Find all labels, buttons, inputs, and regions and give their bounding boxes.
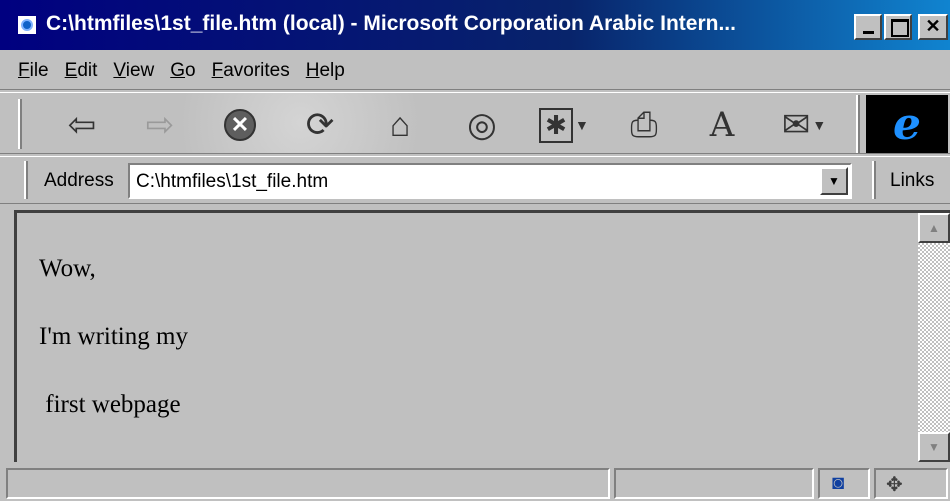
menu-view[interactable]: View — [105, 60, 162, 82]
address-field[interactable]: ▼ — [128, 163, 852, 199]
toolbar-grip[interactable] — [856, 95, 860, 153]
menu-edit[interactable]: Edit — [57, 60, 106, 82]
chevron-down-icon: ▼ — [828, 174, 840, 188]
page-text-line: Wow, — [39, 255, 96, 282]
status-bar: ◙ ✥ — [0, 464, 950, 501]
chevron-down-icon: ▼ — [928, 440, 940, 454]
links-grip[interactable] — [872, 161, 876, 199]
search-icon: ◎ — [467, 106, 497, 144]
address-dropdown-button[interactable]: ▼ — [820, 167, 848, 195]
web-page-content: Wow, I'm writing my first webpage — [17, 213, 917, 462]
title-bar[interactable]: C:\htmfiles\1st_file.htm (local) - Micro… — [0, 0, 950, 50]
chevron-down-icon[interactable]: ▼ — [575, 117, 589, 133]
close-button[interactable]: ✕ — [918, 14, 948, 40]
refresh-icon: ⟳ — [305, 106, 335, 144]
window-title: C:\htmfiles\1st_file.htm (local) - Micro… — [46, 12, 736, 35]
mail-icon: ✉ — [781, 106, 811, 144]
ie-throbber-logo[interactable]: e — [866, 95, 948, 153]
print-button[interactable]: ⎙ — [620, 101, 668, 149]
toolbar-grip[interactable] — [18, 99, 22, 149]
menu-help[interactable]: Help — [298, 60, 353, 82]
back-button[interactable]: ⇦ — [58, 101, 106, 149]
vertical-scrollbar[interactable]: ▲ ▼ — [918, 213, 950, 462]
address-input[interactable] — [136, 169, 816, 195]
chevron-down-icon[interactable]: ▼ — [812, 117, 826, 133]
home-button[interactable]: ⌂ — [376, 101, 424, 149]
favorites-folder-icon: ✱ — [539, 107, 573, 143]
mail-button[interactable]: ✉ ▼ — [772, 101, 836, 149]
page-text-line: I'm writing my — [39, 323, 188, 350]
menu-go[interactable]: Go — [162, 60, 203, 82]
menu-file[interactable]: File — [10, 60, 57, 82]
chevron-up-icon: ▲ — [928, 221, 940, 235]
address-bar: Address ▼ Links — [0, 156, 950, 204]
maximize-button[interactable] — [884, 14, 912, 40]
forward-arrow-icon: ⇨ — [145, 106, 175, 144]
font-size-button[interactable]: A — [698, 101, 746, 149]
address-grip[interactable] — [24, 161, 28, 199]
browser-window: C:\htmfiles\1st_file.htm (local) - Micro… — [0, 0, 950, 501]
search-button[interactable]: ◎ — [458, 101, 506, 149]
printer-icon: ⎙ — [630, 105, 658, 144]
status-zone-pane: ◙ — [818, 468, 870, 499]
links-button[interactable]: Links — [890, 170, 934, 192]
refresh-button[interactable]: ⟳ — [296, 101, 344, 149]
ie-logo-icon: e — [893, 98, 921, 150]
scroll-down-button[interactable]: ▼ — [918, 432, 950, 462]
back-arrow-icon: ⇦ — [67, 106, 97, 144]
stop-icon: ✕ — [224, 109, 256, 141]
address-label: Address — [44, 170, 114, 191]
standard-toolbar: ⇦ ⇨ ✕ ⟳ ⌂ ◎ ✱ ▼ ⎙ A ✉ ▼ e — [0, 92, 950, 154]
menu-favorites[interactable]: Favorites — [204, 60, 298, 82]
font-icon: A — [709, 105, 735, 145]
home-icon: ⌂ — [389, 105, 411, 144]
forward-button[interactable]: ⇨ — [136, 101, 184, 149]
ie-window-icon[interactable] — [16, 14, 38, 36]
status-progress-pane — [614, 468, 814, 499]
favorites-button[interactable]: ✱ ▼ — [532, 101, 596, 149]
connection-icon: ✥ — [886, 474, 903, 496]
status-connection-pane: ✥ — [874, 468, 948, 499]
page-zone-icon: ◙ — [832, 472, 845, 494]
page-viewport[interactable]: Wow, I'm writing my first webpage ▲ ▼ — [14, 210, 950, 462]
status-text-pane — [6, 468, 610, 499]
minimize-button[interactable] — [854, 14, 882, 40]
page-text-line: first webpage — [39, 391, 181, 418]
menu-bar: File Edit View Go Favorites Help — [0, 52, 950, 90]
stop-button[interactable]: ✕ — [216, 101, 264, 149]
scroll-up-button[interactable]: ▲ — [918, 213, 950, 243]
